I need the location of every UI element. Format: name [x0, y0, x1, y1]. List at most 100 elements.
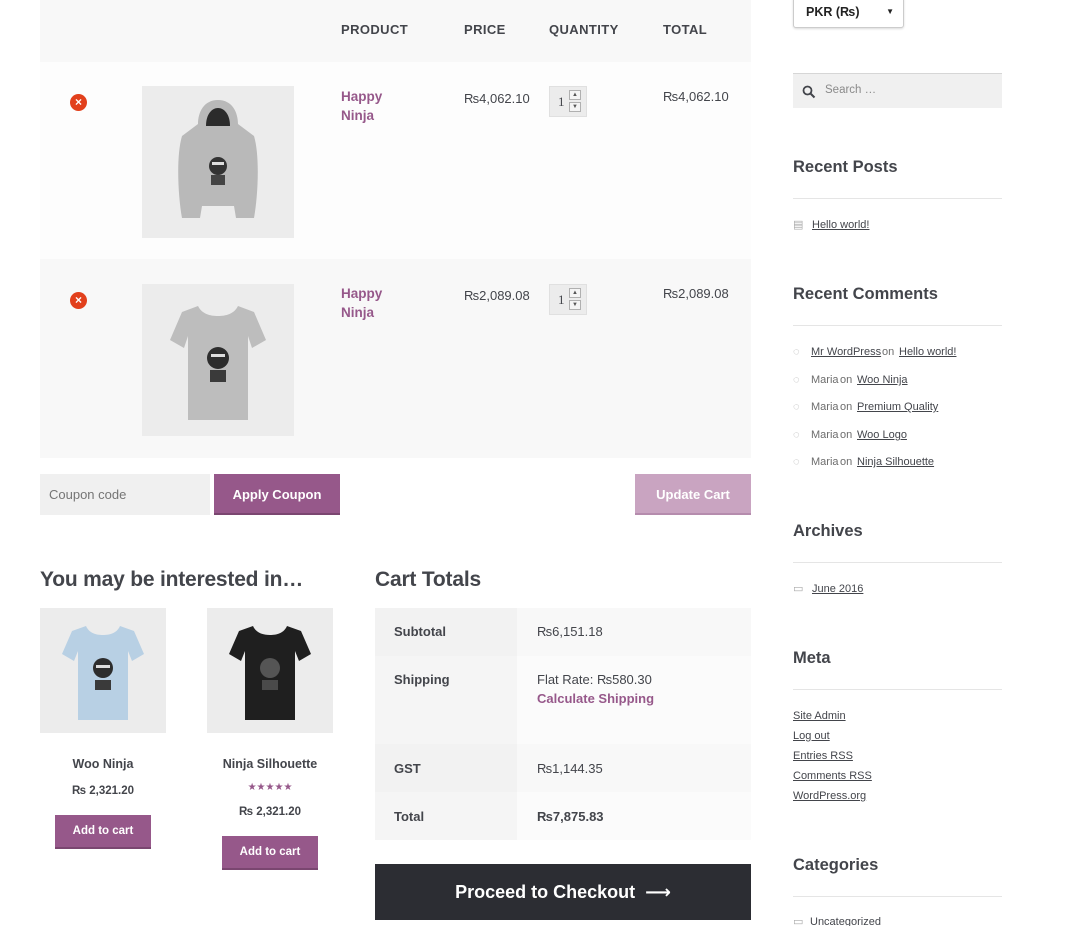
cart-item-row: × Happy Ninja ₨2,089.08 1 ▲ ▼ ₨2,089.08: [40, 259, 751, 458]
header-price: PRICE: [464, 22, 506, 37]
cross-sells-heading: You may be interested in…: [40, 568, 304, 591]
total-label: Total: [394, 809, 425, 824]
quantity-value[interactable]: 1: [558, 94, 565, 110]
comment-icon: ◌: [793, 346, 800, 358]
cross-sell-title[interactable]: Ninja Silhouette: [200, 757, 340, 771]
arrow-right-icon: ⟶: [645, 882, 671, 902]
subtotal-label: Subtotal: [394, 624, 446, 639]
proceed-to-checkout-button[interactable]: Proceed to Checkout ⟶: [375, 864, 751, 920]
widget-title-recent-comments: Recent Comments: [793, 285, 938, 303]
product-thumbnail-hoodie[interactable]: [142, 86, 294, 238]
calculate-shipping-link[interactable]: Calculate Shipping: [537, 691, 654, 706]
subtotal-row: Subtotal ₨6,151.18: [375, 608, 751, 656]
header-product: PRODUCT: [341, 22, 409, 37]
widget-divider: [793, 325, 1002, 326]
product-name-line[interactable]: Happy: [341, 284, 411, 303]
gst-label: GST: [394, 761, 421, 776]
update-cart-button[interactable]: Update Cart: [635, 474, 751, 515]
comment-icon: ◌: [793, 456, 800, 468]
add-to-cart-button[interactable]: Add to cart: [55, 815, 151, 849]
shipping-value: Flat Rate: ₨580.30: [537, 672, 652, 687]
quantity-stepper[interactable]: 1 ▲ ▼: [549, 86, 587, 117]
meta-entries-rss-link[interactable]: Entries RSS: [793, 750, 853, 762]
header-quantity: QUANTITY: [549, 22, 619, 37]
comment-post-link[interactable]: Hello world!: [899, 346, 956, 358]
subtotal-value: ₨6,151.18: [537, 624, 603, 639]
item-price: ₨4,062.10: [464, 91, 530, 106]
increment-icon[interactable]: ▲: [569, 288, 581, 298]
comment-on-text: on: [840, 401, 853, 413]
shipping-label: Shipping: [394, 672, 450, 687]
grey-tshirt-image: [142, 284, 294, 436]
folder-icon: ▭: [793, 583, 804, 595]
comment-author: Maria: [811, 374, 839, 386]
header-total: TOTAL: [663, 22, 708, 37]
cross-sell-price: ₨ 2,321.20: [71, 785, 135, 797]
quantity-value[interactable]: 1: [558, 292, 565, 308]
coupon-code-input[interactable]: [40, 474, 210, 515]
comment-author-link[interactable]: Mr WordPress: [811, 346, 881, 358]
comment-author: Maria: [811, 429, 839, 441]
cross-sell-image-ninja-silhouette[interactable]: [207, 608, 333, 733]
document-icon: ▤: [793, 219, 804, 231]
gst-value: ₨1,144.35: [537, 761, 603, 776]
decrement-icon[interactable]: ▼: [569, 300, 581, 310]
search-input[interactable]: Search …: [793, 73, 1002, 108]
category-link[interactable]: Uncategorized: [810, 916, 881, 926]
comment-post-link[interactable]: Premium Quality: [857, 401, 938, 413]
cart-totals-heading: Cart Totals: [375, 568, 481, 591]
increment-icon[interactable]: ▲: [569, 90, 581, 100]
order-total-row: Total ₨7,875.83: [375, 792, 751, 840]
total-value: ₨7,875.83: [537, 809, 604, 824]
comment-post-link[interactable]: Woo Logo: [857, 429, 907, 441]
black-tshirt-image: [207, 608, 333, 733]
decrement-icon[interactable]: ▼: [569, 102, 581, 112]
add-to-cart-button[interactable]: Add to cart: [222, 836, 318, 870]
meta-wordpress-org-link[interactable]: WordPress.org: [793, 790, 866, 802]
comment-on-text: on: [882, 346, 895, 358]
widget-title-meta: Meta: [793, 649, 831, 667]
comment-icon: ◌: [793, 374, 800, 386]
comment-post-link[interactable]: Ninja Silhouette: [857, 456, 934, 468]
gst-row: GST ₨1,144.35: [375, 744, 751, 792]
apply-coupon-button[interactable]: Apply Coupon: [214, 474, 340, 515]
product-name-link[interactable]: Happy Ninja: [341, 284, 411, 322]
quantity-stepper[interactable]: 1 ▲ ▼: [549, 284, 587, 315]
product-name-line[interactable]: Ninja: [341, 303, 411, 322]
archive-link[interactable]: June 2016: [812, 583, 863, 595]
checkout-label[interactable]: Proceed to Checkout: [455, 882, 635, 902]
meta-comments-rss-link[interactable]: Comments RSS: [793, 770, 872, 782]
widget-title-categories: Categories: [793, 856, 879, 874]
comment-author: Maria: [811, 401, 839, 413]
search-icon: [802, 85, 816, 99]
comment-on-text: on: [840, 456, 853, 468]
cross-sell-price: ₨ 2,321.20: [238, 806, 302, 818]
cross-sell-title[interactable]: Woo Ninja: [33, 757, 173, 771]
comment-on-text: on: [840, 374, 853, 386]
item-total: ₨4,062.10: [663, 89, 729, 104]
product-name-link[interactable]: Happy Ninja: [341, 87, 411, 125]
cart-totals-table: Subtotal ₨6,151.18 Shipping Flat Rate: ₨…: [375, 608, 751, 840]
widget-title-recent-posts: Recent Posts: [793, 158, 898, 176]
remove-item-icon[interactable]: ×: [70, 94, 87, 111]
item-total: ₨2,089.08: [663, 286, 729, 301]
widget-divider: [793, 198, 1002, 199]
meta-log-out-link[interactable]: Log out: [793, 730, 830, 742]
product-name-line[interactable]: Happy: [341, 87, 411, 106]
currency-select[interactable]: PKR (₨) ▼: [793, 0, 904, 28]
widget-divider: [793, 896, 1002, 897]
comment-post-link[interactable]: Woo Ninja: [857, 374, 908, 386]
currency-value[interactable]: PKR (₨): [806, 5, 860, 19]
cart-item-row: × Happy Ninja ₨4,062.10 1 ▲ ▼ ₨4,062.10: [40, 62, 751, 259]
meta-site-admin-link[interactable]: Site Admin: [793, 710, 846, 722]
remove-item-icon[interactable]: ×: [70, 292, 87, 309]
comment-icon: ◌: [793, 429, 800, 441]
cross-sell-image-woo-ninja[interactable]: [40, 608, 166, 733]
star-rating-icon: ★★★★★: [247, 782, 293, 793]
item-price: ₨2,089.08: [464, 288, 530, 303]
recent-post-link[interactable]: Hello world!: [812, 219, 869, 231]
product-thumbnail-tshirt[interactable]: [142, 284, 294, 436]
folder-icon: ▭: [793, 916, 804, 926]
product-name-line[interactable]: Ninja: [341, 106, 411, 125]
search-placeholder[interactable]: Search …: [825, 84, 876, 96]
